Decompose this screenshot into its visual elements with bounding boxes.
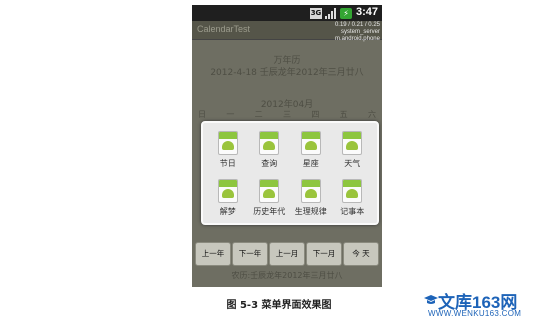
menu-item-festival[interactable]: 节日 bbox=[207, 129, 249, 173]
menu-item-biorhythm[interactable]: 生理规律 bbox=[290, 177, 332, 221]
perf-overlay: 0.19 / 0.21 / 0.25 system_server m.andro… bbox=[300, 22, 380, 43]
menu-item-query[interactable]: 查询 bbox=[249, 129, 291, 173]
weekday: 四 bbox=[311, 110, 320, 119]
android-app-icon bbox=[342, 179, 363, 203]
menu-item-label: 天气 bbox=[344, 159, 361, 168]
next-year-button[interactable]: 下一年 bbox=[232, 242, 268, 266]
android-app-icon bbox=[342, 131, 363, 155]
menu-item-notepad[interactable]: 记事本 bbox=[332, 177, 374, 221]
menu-item-label: 历史年代 bbox=[253, 207, 286, 216]
today-button[interactable]: 今 天 bbox=[343, 242, 379, 266]
menu-item-label: 星座 bbox=[302, 159, 319, 168]
weekday-header: 日 一 二 三 四 五 六 bbox=[198, 109, 376, 120]
android-app-icon bbox=[259, 131, 280, 155]
menu-item-weather[interactable]: 天气 bbox=[332, 129, 374, 173]
android-app-icon bbox=[300, 179, 321, 203]
android-app-icon bbox=[259, 179, 280, 203]
weekday: 五 bbox=[339, 110, 348, 119]
watermark-logo: 文库163网 WWW.WENKU163.COM bbox=[422, 288, 552, 320]
menu-item-label: 解梦 bbox=[219, 207, 236, 216]
next-month-button[interactable]: 下一月 bbox=[306, 242, 342, 266]
lunar-date-footer: 农历:壬辰龙年2012年三月廿八 bbox=[231, 271, 343, 280]
watermark-url: WWW.WENKU163.COM bbox=[428, 309, 522, 318]
menu-item-horoscope[interactable]: 星座 bbox=[290, 129, 332, 173]
weekday: 三 bbox=[282, 110, 291, 119]
prev-month-button[interactable]: 上一月 bbox=[269, 242, 305, 266]
menu-item-history[interactable]: 历史年代 bbox=[249, 177, 291, 221]
menu-item-label: 记事本 bbox=[340, 207, 365, 216]
menu-item-label: 节日 bbox=[219, 159, 236, 168]
battery-charging-icon: ⚡ bbox=[340, 8, 352, 19]
signal-bars-icon bbox=[325, 8, 337, 19]
menu-item-label: 生理规律 bbox=[294, 207, 327, 216]
perf-process-1: system_server bbox=[340, 29, 380, 35]
weekday: 二 bbox=[254, 110, 263, 119]
perf-load: 0.19 / 0.21 / 0.25 bbox=[334, 22, 380, 28]
phone-screen: 3G ⚡ 3:47 CalendarTest 0.19 / 0.21 / 0.2… bbox=[192, 5, 382, 287]
weekday: 日 bbox=[198, 110, 206, 119]
status-time: 3:47 bbox=[355, 6, 378, 18]
android-app-icon bbox=[217, 179, 238, 203]
mortarboard-icon bbox=[424, 295, 438, 304]
perf-process-2: m.android.phone bbox=[334, 36, 380, 42]
status-bar: 3G ⚡ 3:47 bbox=[192, 5, 382, 21]
menu-row: 解梦 历史年代 生理规律 记事本 bbox=[207, 177, 373, 221]
android-app-icon bbox=[300, 131, 321, 155]
menu-item-dream[interactable]: 解梦 bbox=[207, 177, 249, 221]
nav-button-row: 上一年 下一年 上一月 下一月 今 天 bbox=[195, 242, 379, 266]
menu-row: 节日 查询 星座 天气 bbox=[207, 129, 373, 173]
date-line: 2012-4-18 壬辰龙年2012年三月廿八 bbox=[210, 68, 364, 78]
android-app-icon bbox=[217, 131, 238, 155]
weekday: 六 bbox=[367, 110, 376, 119]
prev-year-button[interactable]: 上一年 bbox=[195, 242, 231, 266]
app-title: CalendarTest bbox=[197, 24, 251, 34]
options-menu: 节日 查询 星座 天气 解梦 历史年代 生理规律 记事本 bbox=[201, 121, 379, 225]
weekday: 一 bbox=[226, 110, 235, 119]
network-3g-icon: 3G bbox=[310, 8, 322, 19]
menu-item-label: 查询 bbox=[261, 159, 278, 168]
